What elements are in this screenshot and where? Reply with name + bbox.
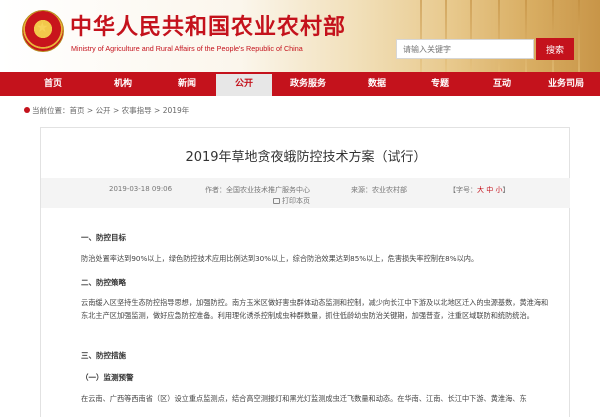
nav-item-news[interactable]: 新闻 xyxy=(158,72,216,96)
section-paragraph: 防治处置率达到90%以上，绿色防控技术应用比例达到30%以上，综合防治效果达到8… xyxy=(81,254,479,263)
printer-icon xyxy=(273,198,280,204)
section-heading: 二、防控策略 xyxy=(81,278,126,287)
site-header: 中华人民共和国农业农村部 Ministry of Agriculture and… xyxy=(0,0,600,72)
site-subtitle: Ministry of Agriculture and Rural Affair… xyxy=(71,44,303,53)
nav-item-services[interactable]: 政务服务 xyxy=(272,72,344,96)
article-author: 作者：全国农业技术推广服务中心 xyxy=(205,186,310,194)
breadcrumb-item[interactable]: 公开 xyxy=(96,106,111,115)
breadcrumb-item[interactable]: 首页 xyxy=(70,106,85,115)
font-size-medium[interactable]: 中 xyxy=(486,186,493,194)
search-button[interactable]: 搜索 xyxy=(536,38,574,60)
font-size-large[interactable]: 大 xyxy=(477,186,484,194)
article-title: 2019年草地贪夜蛾防控技术方案（试行） xyxy=(185,150,427,165)
nav-item-agencies[interactable]: 机构 xyxy=(88,72,158,96)
section-paragraph: 在云南、广西等西南省（区）设立重点监测点，结合高空测报灯和黑光灯监测成虫迁飞数量… xyxy=(81,394,527,403)
article-source: 来源：农业农村部 xyxy=(351,186,407,194)
breadcrumb: 当前位置：首页 > 公开 > 农事指导 > 2019年 xyxy=(24,105,189,116)
national-emblem-icon xyxy=(22,10,64,52)
print-link[interactable]: 打印本页 xyxy=(273,196,310,206)
font-size-control: 【字号：大 中 小】 xyxy=(449,186,510,194)
nav-item-data[interactable]: 数据 xyxy=(344,72,410,96)
section-heading: 一、防控目标 xyxy=(81,233,126,242)
nav-item-departments[interactable]: 业务司局 xyxy=(534,72,598,96)
article-meta-bar: 2019-03-18 09:06 作者：全国农业技术推广服务中心 来源：农业农村… xyxy=(41,178,570,208)
section-paragraph: 云南缓入区坚持生态防控指导思想，加强防控。南方玉米区做好害虫群体动态监测和控制，… xyxy=(81,298,549,320)
breadcrumb-item[interactable]: 2019年 xyxy=(163,106,190,115)
search-input[interactable] xyxy=(396,39,534,59)
nav-item-public[interactable]: 公开 xyxy=(216,72,272,96)
breadcrumb-prefix: 当前位置： xyxy=(32,106,70,115)
article-container: 2019年草地贪夜蛾防控技术方案（试行） 2019-03-18 09:06 作者… xyxy=(40,127,570,417)
section-heading: 三、防控措施 xyxy=(81,351,126,360)
nav-item-home[interactable]: 首页 xyxy=(18,72,88,96)
breadcrumb-item[interactable]: 农事指导 xyxy=(122,106,152,115)
location-icon xyxy=(24,107,30,113)
site-title: 中华人民共和国农业农村部 xyxy=(70,14,347,40)
nav-item-topics[interactable]: 专题 xyxy=(410,72,470,96)
article-date: 2019-03-18 09:06 xyxy=(109,185,173,193)
subsection-heading: （一）监测预警 xyxy=(81,373,134,382)
main-nav: 首页 机构 新闻 公开 政务服务 数据 专题 互动 业务司局 xyxy=(0,72,600,96)
nav-item-interaction[interactable]: 互动 xyxy=(470,72,534,96)
